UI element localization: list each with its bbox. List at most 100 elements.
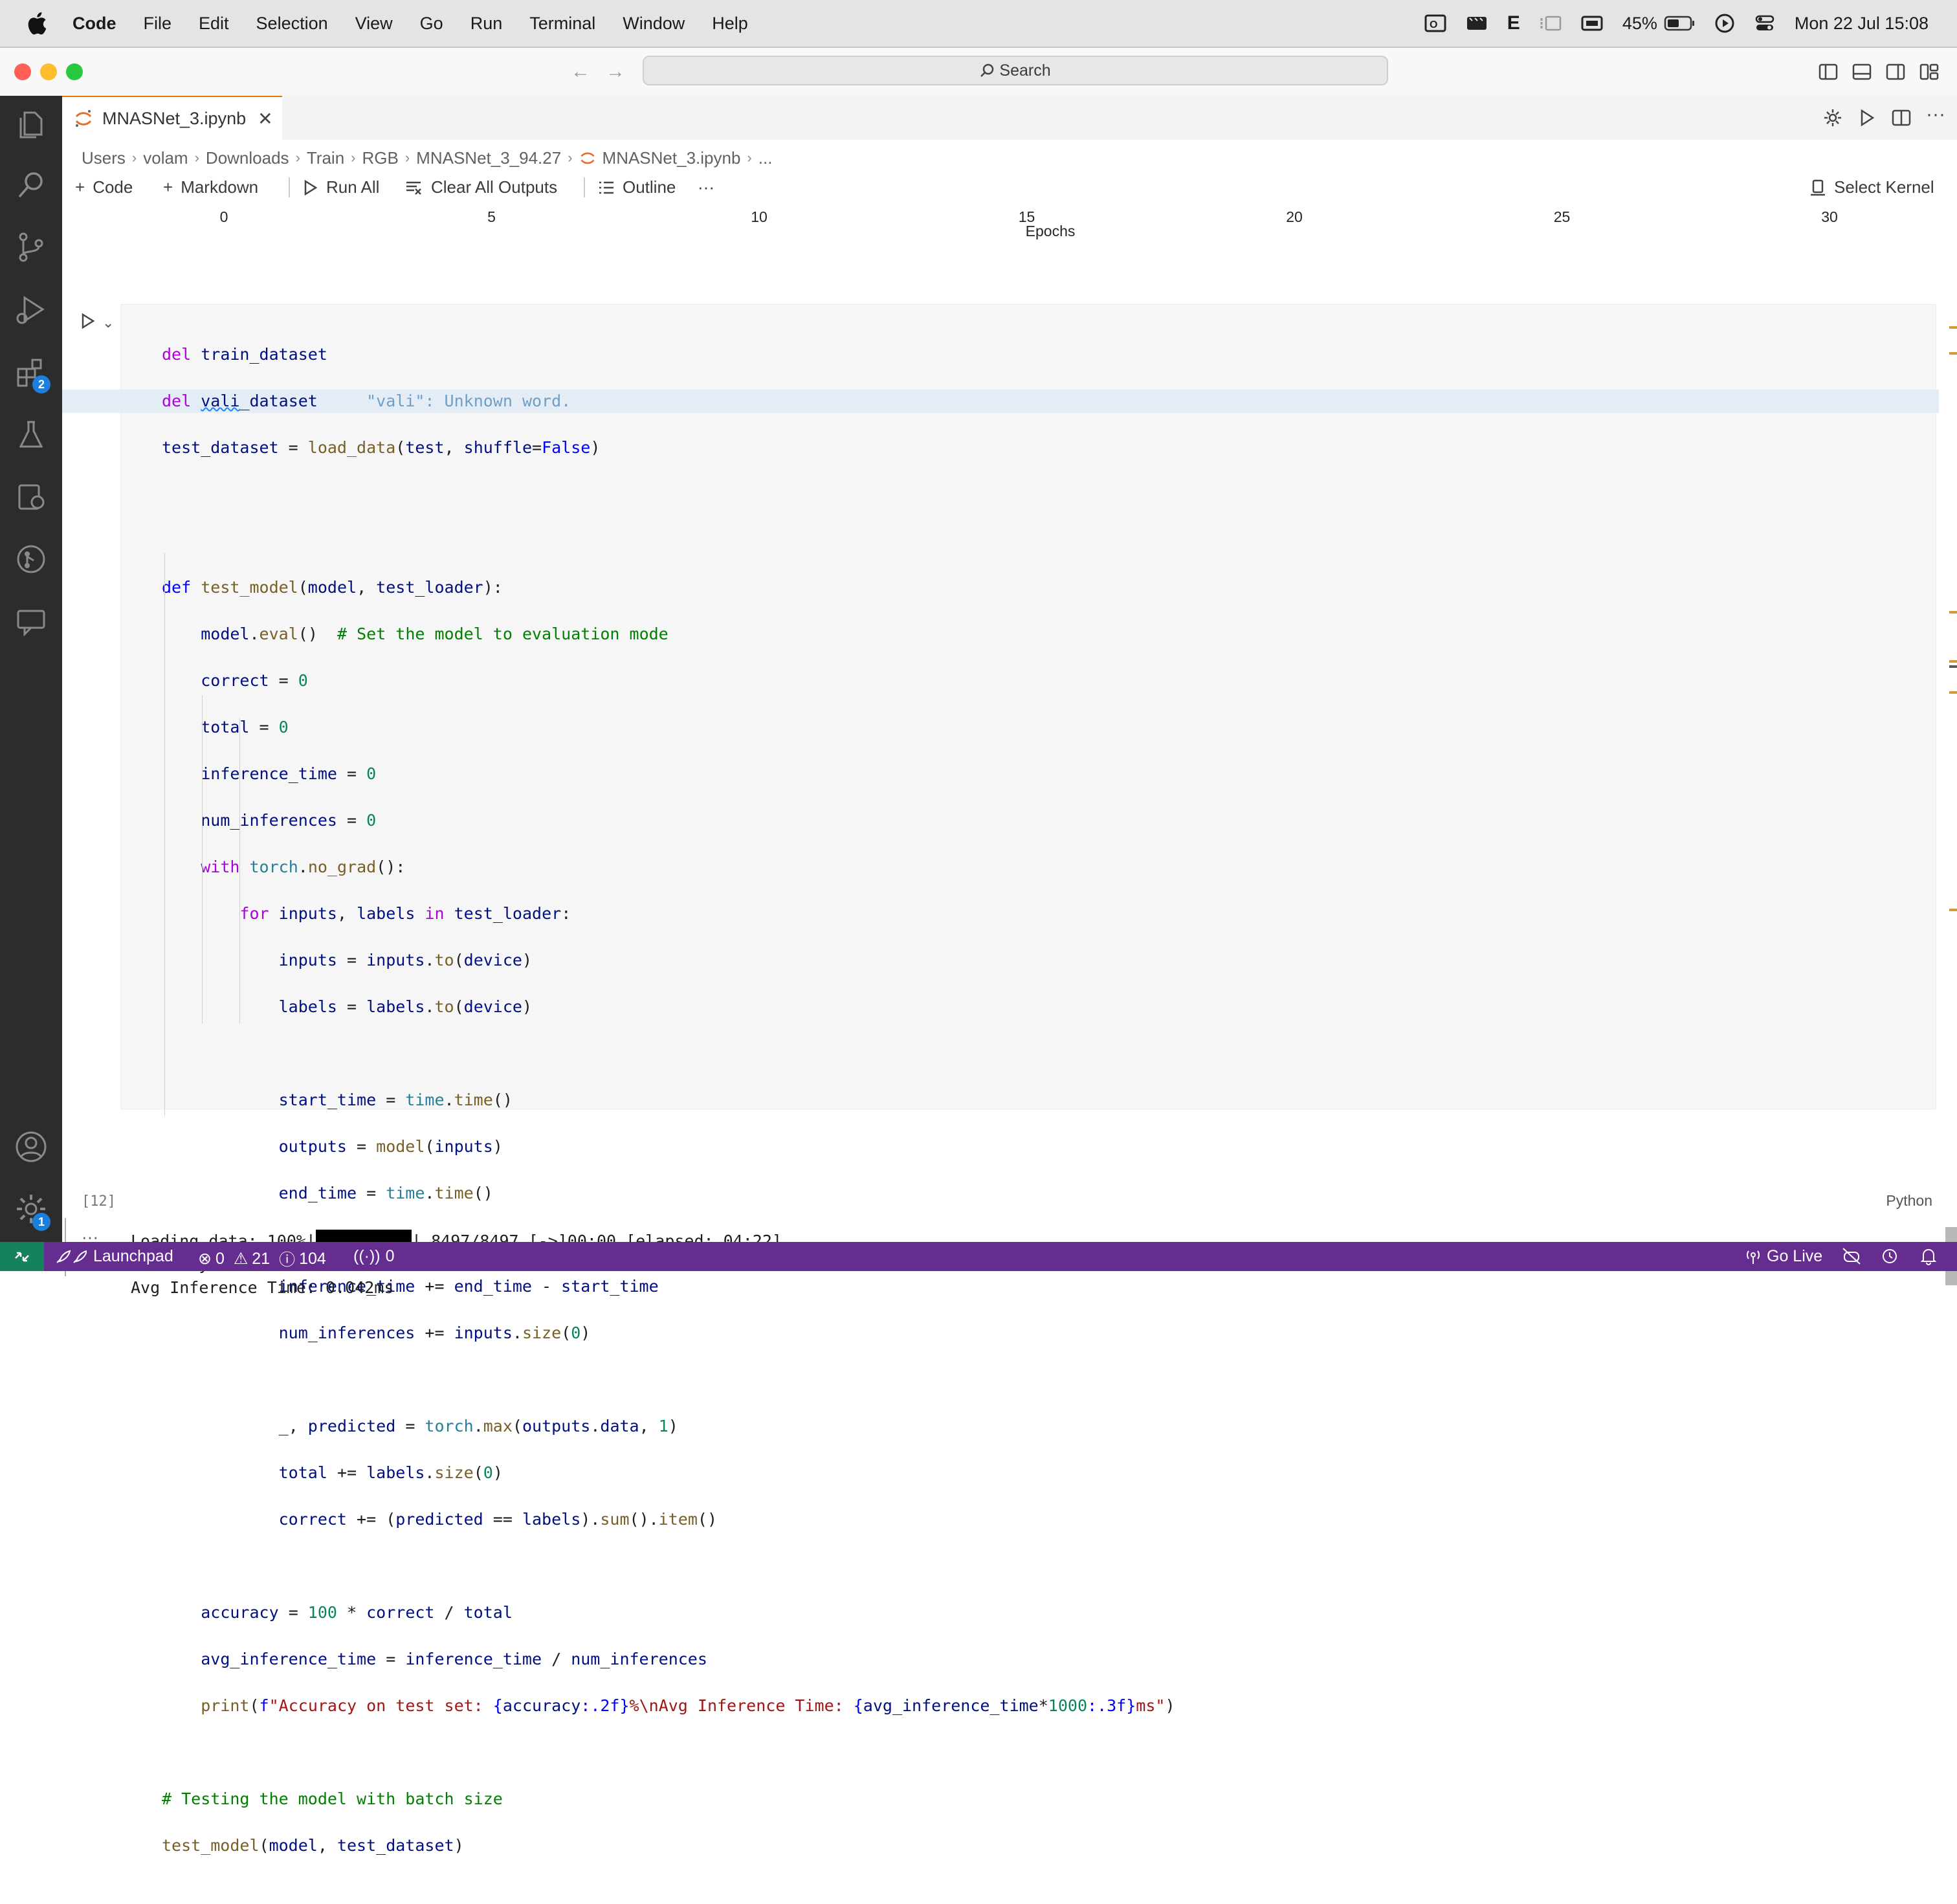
run-all-label: Run All — [326, 177, 380, 197]
battery-icon[interactable] — [1664, 15, 1695, 32]
toggle-primary-sidebar-icon[interactable] — [1819, 62, 1838, 82]
cell-language-button[interactable]: Python — [1886, 1192, 1932, 1210]
history-icon[interactable] — [1881, 1247, 1899, 1265]
breadcrumb-item[interactable]: RGB — [362, 148, 399, 168]
code-line: model.eval() # Set the model to evaluati… — [201, 625, 669, 643]
remote-icon — [15, 1252, 29, 1262]
code-line: end_time = time.time() — [278, 1184, 493, 1202]
comments-icon[interactable] — [13, 603, 49, 639]
breadcrumb-item[interactable]: Train — [307, 148, 344, 168]
breadcrumb-item[interactable]: volam — [143, 148, 188, 168]
add-code-cell-button[interactable]: + Code — [75, 177, 133, 197]
chart-x-tick-label: 5 — [487, 208, 496, 225]
search-icon[interactable] — [13, 167, 49, 203]
play-circle-icon[interactable] — [1714, 13, 1735, 34]
menu-view[interactable]: View — [355, 14, 393, 34]
ports-button[interactable]: ((·)) 0 — [353, 1247, 395, 1266]
menu-window[interactable]: Window — [623, 14, 685, 34]
tab-mnasnet-notebook[interactable]: MNASNet_3.ipynb ✕ — [62, 96, 282, 140]
outlook-icon[interactable]: O — [1424, 14, 1446, 33]
menu-terminal[interactable]: Terminal — [529, 14, 595, 34]
chart-x-axis: 0 5 10 15 20 25 30 — [62, 205, 1957, 263]
customize-layout-icon[interactable] — [1919, 62, 1939, 82]
zoom-window-button[interactable] — [66, 63, 83, 80]
search-icon — [980, 63, 994, 77]
split-editor-icon[interactable] — [1891, 107, 1912, 128]
display-icon[interactable] — [1581, 14, 1603, 32]
menu-run[interactable]: Run — [470, 14, 503, 34]
window-title-bar: ← → Search — [0, 47, 1957, 96]
more-toolbar-actions-icon[interactable]: ··· — [698, 177, 714, 197]
e-icon[interactable]: E — [1507, 12, 1520, 34]
menu-help[interactable]: Help — [712, 14, 748, 34]
output-line: Avg Inference Time: 0.042ms — [131, 1278, 394, 1297]
chevron-right-icon: › — [194, 149, 199, 166]
toggle-secondary-sidebar-icon[interactable] — [1886, 62, 1905, 82]
accounts-icon[interactable] — [13, 1129, 49, 1165]
menu-go[interactable]: Go — [420, 14, 443, 34]
warning-icon: ⚠ — [233, 1250, 249, 1268]
run-icon[interactable] — [1856, 107, 1877, 128]
code-line: test_model(model, test_dataset) — [162, 1836, 464, 1855]
stage-manager-icon[interactable] — [1540, 14, 1562, 32]
plus-icon: + — [75, 177, 85, 197]
kernel-icon — [1811, 179, 1825, 195]
breadcrumb-item[interactable]: Users — [82, 148, 126, 168]
breadcrumb-item[interactable]: ... — [758, 148, 773, 168]
code-line: print(f"Accuracy on test set: {accuracy:… — [201, 1696, 1175, 1715]
menu-selection[interactable]: Selection — [256, 14, 328, 34]
notebook-settings-gear-icon[interactable] — [1822, 107, 1843, 128]
outline-button[interactable]: Outline — [584, 177, 676, 197]
menu-file[interactable]: File — [144, 14, 172, 34]
clock[interactable]: Mon 22 Jul 15:08 — [1795, 14, 1929, 34]
run-all-button[interactable]: Run All — [289, 177, 379, 197]
clear-all-outputs-button[interactable]: Clear All Outputs — [405, 177, 557, 197]
add-markdown-cell-button[interactable]: + Markdown — [163, 177, 258, 197]
remote-explorer-icon[interactable] — [13, 479, 49, 515]
menu-edit[interactable]: Edit — [199, 14, 229, 34]
code-line: inputs = inputs.to(device) — [278, 951, 533, 969]
clapperboard-icon[interactable] — [1466, 14, 1488, 32]
rocket-icon — [56, 1250, 87, 1263]
breadcrumb-item[interactable]: MNASNet_3.ipynb — [603, 148, 741, 168]
arrow-right-icon[interactable]: → — [606, 61, 625, 83]
notifications-bell-icon[interactable] — [1919, 1247, 1938, 1265]
menu-code[interactable]: Code — [72, 14, 116, 34]
status-bar: Launchpad ⊗ 0 ⚠ 21 ⓘ 104 ((·)) 0 Go Live — [0, 1242, 1957, 1271]
ports-count: 0 — [385, 1247, 395, 1265]
more-actions-icon[interactable]: ··· — [1926, 104, 1947, 125]
indent-guide — [239, 718, 240, 1024]
source-control-icon[interactable] — [13, 229, 49, 265]
run-cell-icon[interactable] — [79, 312, 97, 330]
go-live-button[interactable]: Go Live — [1745, 1247, 1822, 1266]
close-window-button[interactable] — [14, 63, 31, 80]
arrow-left-icon[interactable]: ← — [571, 61, 590, 83]
explorer-icon[interactable] — [13, 106, 49, 142]
copilot-disabled-icon[interactable] — [1842, 1247, 1861, 1265]
code-line: total = 0 — [201, 718, 289, 736]
chart-x-tick-label: 30 — [1821, 208, 1838, 225]
remote-indicator-button[interactable] — [0, 1242, 44, 1271]
select-kernel-button[interactable]: Select Kernel — [1809, 177, 1934, 197]
error-count: 0 — [215, 1249, 225, 1268]
code-line: accuracy = 100 * correct / total — [201, 1603, 513, 1622]
testing-flask-icon[interactable] — [13, 417, 49, 453]
chevron-down-icon[interactable]: ⌄ — [102, 315, 114, 331]
toggle-panel-icon[interactable] — [1852, 62, 1872, 82]
apple-icon[interactable] — [25, 10, 48, 36]
minimize-window-button[interactable] — [40, 63, 57, 80]
code-editor[interactable]: del train_dataset del vali_dataset "vali… — [62, 320, 1939, 1904]
run-and-debug-icon[interactable] — [13, 291, 49, 327]
launchpad-button[interactable]: Launchpad — [54, 1247, 173, 1266]
problems-button[interactable]: ⊗ 0 ⚠ 21 ⓘ 104 — [198, 1247, 326, 1270]
breadcrumb-item[interactable]: Downloads — [206, 148, 289, 168]
close-tab-icon[interactable]: ✕ — [258, 108, 272, 129]
control-center-icon[interactable] — [1754, 13, 1775, 34]
chevron-right-icon: › — [131, 149, 137, 166]
go-live-label: Go Live — [1767, 1247, 1823, 1265]
breadcrumb-item[interactable]: MNASNet_3_94.27 — [416, 148, 561, 168]
git-graph-icon[interactable] — [13, 541, 49, 577]
code-line: def test_model(model, test_loader): — [162, 578, 503, 597]
command-center-search[interactable]: Search — [643, 56, 1388, 85]
